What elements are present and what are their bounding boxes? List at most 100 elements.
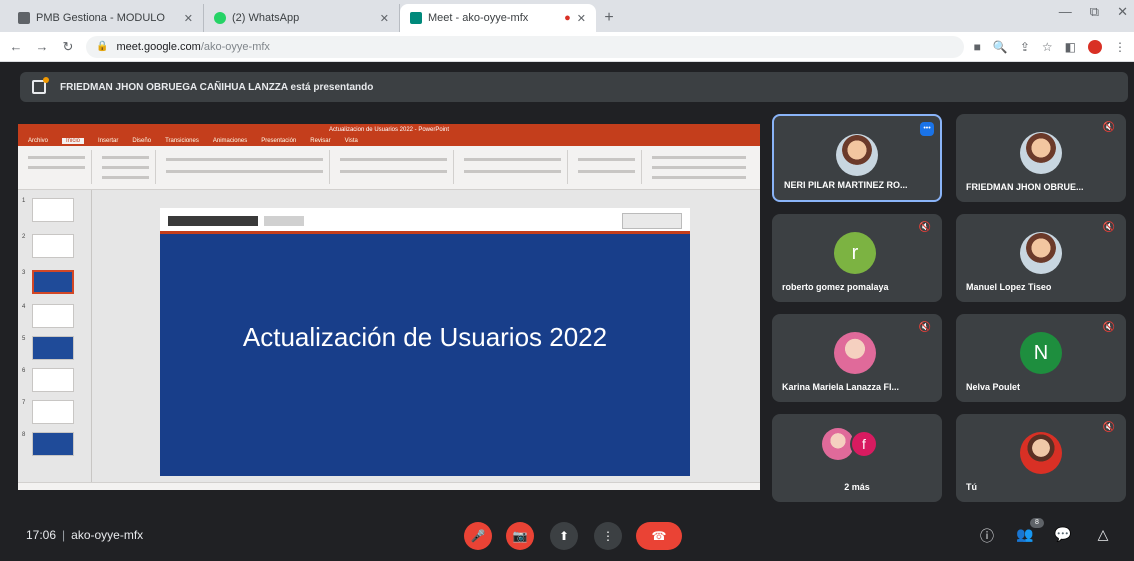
meeting-time: 17:06 xyxy=(26,528,57,542)
participant-tile[interactable]: N 🔇 Nelva Poulet xyxy=(956,314,1126,402)
profile-avatar[interactable] xyxy=(1088,39,1102,54)
presenter-text: FRIEDMAN JHON OBRUEGA CAÑIHUA LANZZA est… xyxy=(60,81,374,93)
tab-title: Meet - ako-oyye-mfx xyxy=(428,12,529,24)
participant-name: Tú xyxy=(966,482,977,492)
powerpoint-title-bar: Actualizacion de Usuarios 2022 - PowerPo… xyxy=(18,124,760,136)
ribbon-tab: Archivo xyxy=(28,138,49,144)
close-tab-icon[interactable]: ✕ xyxy=(577,12,586,25)
thumb-number: 4 xyxy=(22,304,26,310)
participant-tile[interactable]: ••• NERI PILAR MARTINEZ RO... xyxy=(772,114,942,202)
camera-indicator-icon[interactable]: ■ xyxy=(974,40,981,54)
search-icon[interactable]: 🔍 xyxy=(993,40,1008,54)
present-button[interactable]: ⬆ xyxy=(550,522,578,550)
participant-name: 2 más xyxy=(844,482,870,492)
camera-off-icon: 📷 xyxy=(512,529,528,543)
info-icon[interactable]: ⓘ xyxy=(978,526,996,546)
avatar: r xyxy=(834,232,876,274)
shared-screen: Actualizacion de Usuarios 2022 - PowerPo… xyxy=(18,124,760,490)
slide-thumbnails: 1 2 3 4 5 6 7 8 xyxy=(18,190,92,482)
government-logo xyxy=(168,216,258,226)
avatar xyxy=(1020,432,1062,474)
url-host: meet.google.com xyxy=(116,40,201,53)
mic-button[interactable]: 🎤 xyxy=(464,522,492,550)
maximize-icon[interactable]: ⧉ xyxy=(1090,4,1099,20)
activities-icon[interactable]: △ xyxy=(1094,526,1112,543)
star-icon[interactable]: ☆ xyxy=(1042,40,1053,54)
close-tab-icon[interactable]: ✕ xyxy=(184,12,193,25)
thumb-number: 7 xyxy=(22,400,26,406)
avatar xyxy=(1020,132,1062,174)
camera-button[interactable]: 📷 xyxy=(506,522,534,550)
ribbon xyxy=(18,146,760,190)
self-tile[interactable]: 🔇 Tú xyxy=(956,414,1126,502)
current-slide: Actualización de Usuarios 2022 xyxy=(160,208,690,476)
end-call-button[interactable]: ☎ xyxy=(636,522,682,550)
ribbon-group-editing xyxy=(646,150,752,184)
separator: | xyxy=(62,528,66,542)
close-tab-icon[interactable]: ✕ xyxy=(380,12,389,25)
participant-tile[interactable]: 🔇 FRIEDMAN JHON OBRUE... xyxy=(956,114,1126,202)
menu-icon[interactable]: ⋮ xyxy=(1114,40,1126,54)
lock-icon: 🔒 xyxy=(96,41,109,52)
recording-dot-icon: ● xyxy=(564,12,571,24)
ribbon-group-clipboard xyxy=(22,150,92,184)
share-icon[interactable]: ⇪ xyxy=(1020,40,1030,54)
minimize-icon[interactable]: — xyxy=(1059,4,1072,20)
thumb-number: 3 xyxy=(22,270,26,276)
mic-off-icon: 🔇 xyxy=(1102,322,1116,333)
avatar: f xyxy=(850,430,878,458)
thumb-number: 8 xyxy=(22,432,26,438)
browser-tab[interactable]: (2) WhatsApp ✕ xyxy=(204,4,400,32)
ribbon-tab: Diseño xyxy=(132,138,152,144)
hang-up-icon: ☎ xyxy=(651,529,667,543)
ribbon-group-designer xyxy=(572,150,642,184)
whatsapp-icon xyxy=(214,12,226,24)
meeting-info: 17:06 | ako-oyye-mfx xyxy=(26,528,143,542)
window-controls: — ⧉ ✕ xyxy=(1059,4,1128,20)
close-window-icon[interactable]: ✕ xyxy=(1117,4,1128,20)
participant-name: roberto gomez pomalaya xyxy=(782,282,889,292)
ribbon-tab: Transiciones xyxy=(165,138,199,144)
speaking-indicator-icon: ••• xyxy=(920,122,934,136)
slide-thumbnail xyxy=(32,400,74,424)
participant-tile[interactable]: 🔇 Karina Mariela Lanazza Fl... xyxy=(772,314,942,402)
participant-tile-overflow[interactable]: f 2 más xyxy=(772,414,942,502)
participant-tile[interactable]: 🔇 Manuel Lopez Tiseo xyxy=(956,214,1126,302)
forward-icon[interactable]: → xyxy=(34,39,50,54)
ribbon-tab: Vista xyxy=(344,138,358,144)
ribbon-group-drawing xyxy=(458,150,568,184)
participant-name: Nelva Poulet xyxy=(966,382,1021,392)
tab-title: (2) WhatsApp xyxy=(232,12,300,24)
ribbon-group-font xyxy=(160,150,330,184)
thumb-number: 1 xyxy=(22,198,26,204)
ribbon-tab: Animaciones xyxy=(212,138,248,144)
ribbon-tab: Revisar xyxy=(310,138,331,144)
avatar xyxy=(1020,232,1062,274)
partner-logo xyxy=(622,213,682,229)
presenter-banner: FRIEDMAN JHON OBRUEGA CAÑIHUA LANZZA est… xyxy=(20,72,1128,102)
browser-tab-active[interactable]: Meet - ako-oyye-mfx ● ✕ xyxy=(400,4,596,32)
reload-icon[interactable]: ↻ xyxy=(60,39,76,55)
meeting-code: ako-oyye-mfx xyxy=(71,528,144,542)
present-icon: ⬆ xyxy=(558,529,570,543)
slide-title: Actualización de Usuarios 2022 xyxy=(242,322,608,352)
url-field[interactable]: 🔒 meet.google.com/ako-oyye-mfx xyxy=(86,35,964,58)
present-screen-icon xyxy=(32,77,49,94)
ribbon-group-paragraph xyxy=(334,150,454,184)
ribbon-tabs: Archivo Inicio Insertar Diseño Transicio… xyxy=(18,136,760,146)
more-options-button[interactable]: ⋮ xyxy=(594,522,622,550)
participant-tile[interactable]: r 🔇 roberto gomez pomalaya xyxy=(772,214,942,302)
back-icon[interactable]: ← xyxy=(8,39,24,54)
people-icon[interactable]: 👥 xyxy=(1016,526,1034,543)
browser-tab[interactable]: PMB Gestiona - MODULO ✕ xyxy=(8,4,204,32)
ribbon-group-slides xyxy=(96,150,156,184)
new-tab-button[interactable]: + xyxy=(596,4,622,32)
chat-icon[interactable]: 💬 xyxy=(1054,526,1072,543)
slide-thumbnail xyxy=(32,368,74,392)
participant-name: Manuel Lopez Tiseo xyxy=(966,282,1052,292)
browser-tab-bar: PMB Gestiona - MODULO ✕ (2) WhatsApp ✕ M… xyxy=(0,0,1134,32)
url-path: /ako-oyye-mfx xyxy=(200,40,270,53)
slide-header xyxy=(160,208,690,234)
extensions-icon[interactable]: ◧ xyxy=(1065,40,1076,54)
mic-off-icon: 🎤 xyxy=(470,529,486,543)
